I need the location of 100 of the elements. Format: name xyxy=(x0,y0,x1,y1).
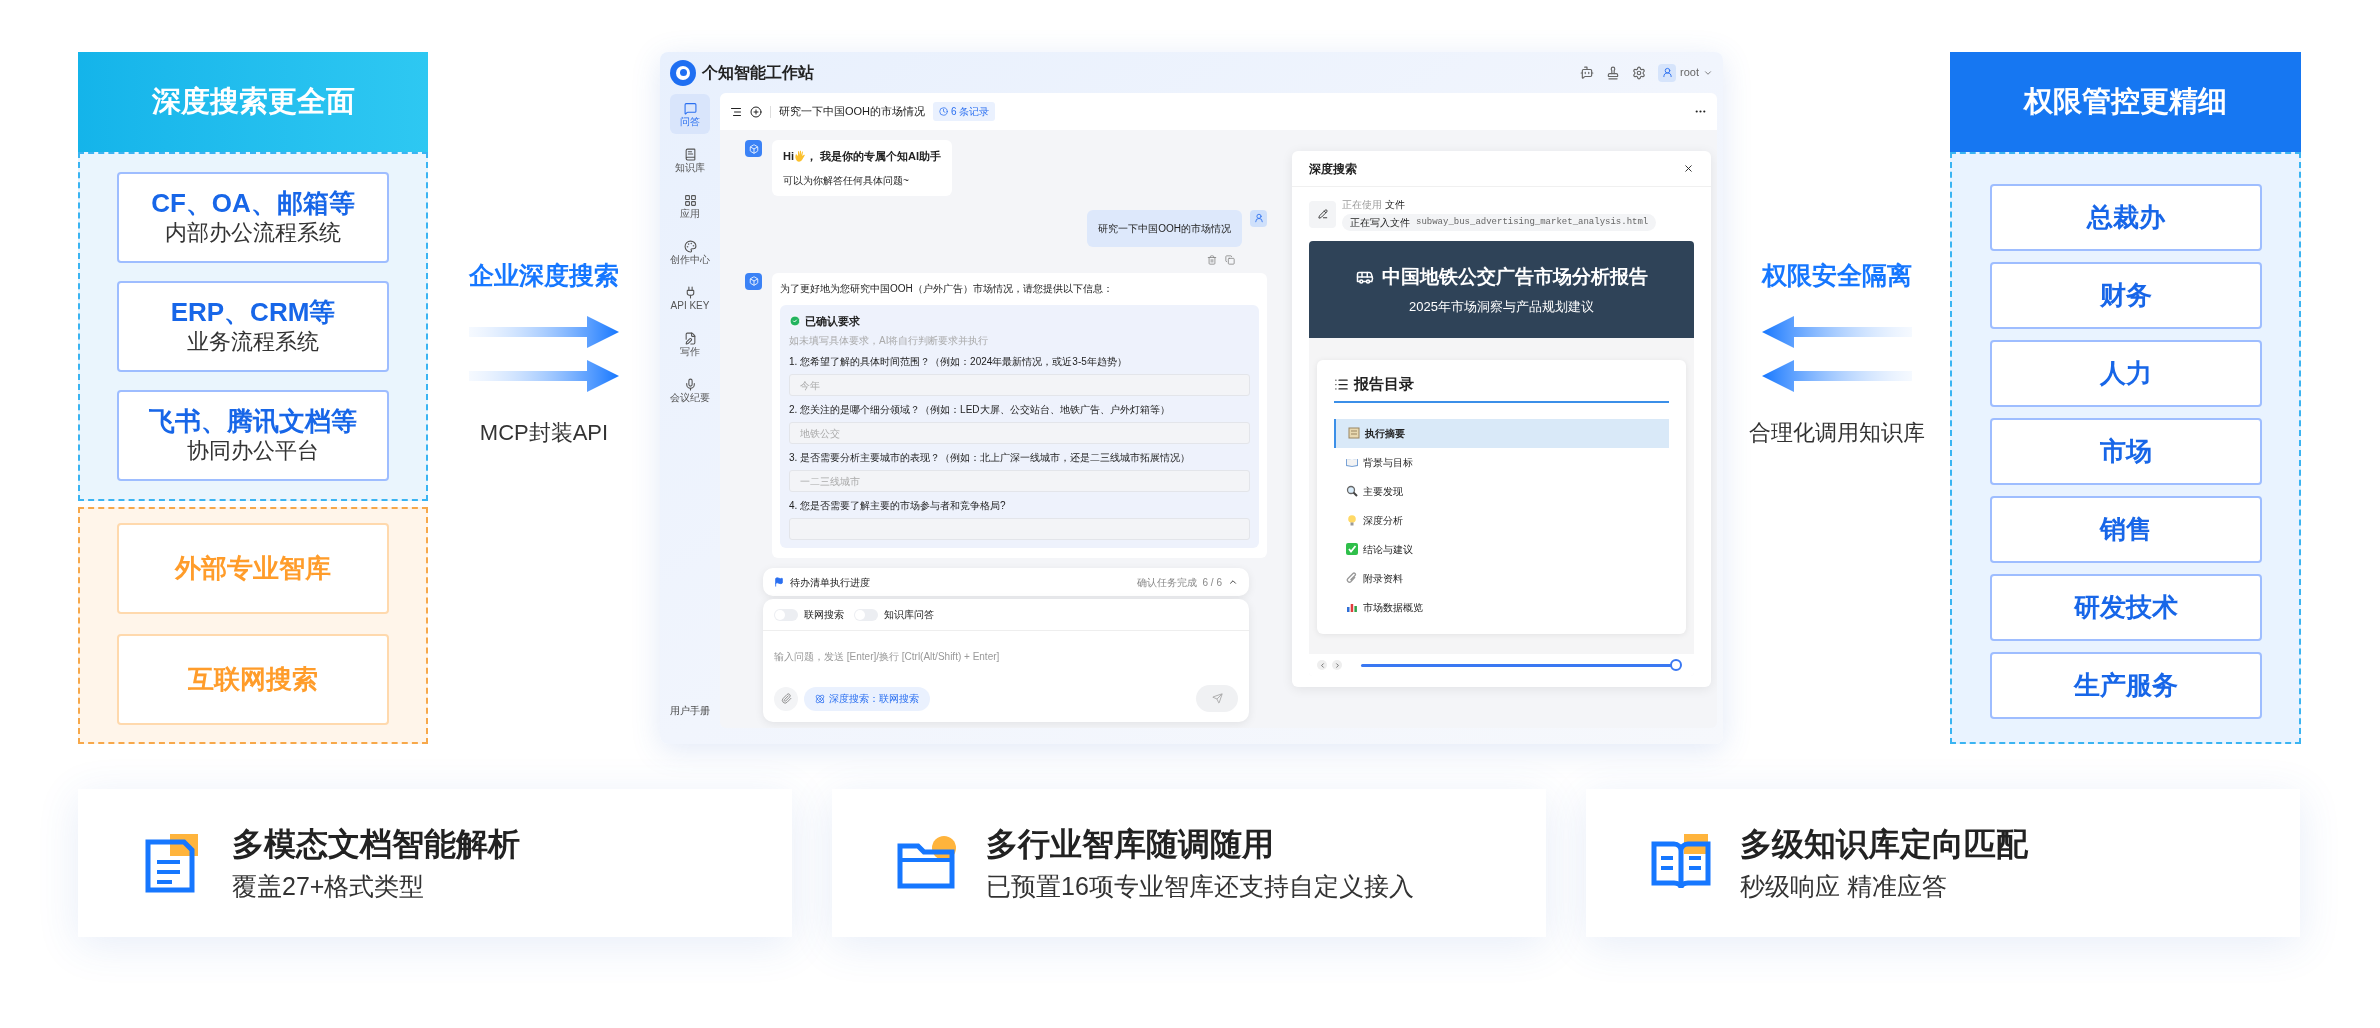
microphone-icon xyxy=(683,377,697,391)
link-caption: 合理化调用知识库 xyxy=(1748,419,1925,448)
records-badge[interactable]: 6 条记录 xyxy=(933,102,996,121)
user-message: 研究一下中国OOH的市场情况 xyxy=(1087,209,1242,247)
copy-icon[interactable] xyxy=(1225,254,1235,265)
greeting-subtitle: 可以为你解答任何具体问题~ xyxy=(783,173,910,188)
grid-icon xyxy=(683,193,697,207)
atom-icon xyxy=(815,693,825,704)
nav-item[interactable]: 问答 xyxy=(670,94,710,134)
source-subtitle: 业务流程系统 xyxy=(187,327,319,356)
nav-item[interactable]: 创作中心 xyxy=(670,232,710,272)
feature-title: 多行业智库随调随用 xyxy=(986,824,1275,864)
question-text: 2. 您关注的是哪个细分领域？（例如：LED大屏、公交站台、地铁广告、户外灯箱等） xyxy=(789,403,1171,417)
toc-item[interactable]: 市场数据概览 xyxy=(1334,592,1669,622)
panel-header: 权限管控更精细 xyxy=(1950,52,2301,152)
greeting-title: ， 我是你的专属个知AI助手 xyxy=(806,149,942,164)
toc-title: 报告目录 xyxy=(1354,374,1414,394)
magnifier-icon xyxy=(1346,485,1358,497)
card-title: 已确认要求 xyxy=(805,313,860,329)
department-card: 销售 xyxy=(1989,496,2262,563)
source-title: CF、OA、邮箱等 xyxy=(151,187,355,219)
file-action: 正在写入文件 xyxy=(1350,216,1410,230)
reply-intro: 为了更好地为您研究中国OOH（户外广告）市场情况，请您提供以下信息： xyxy=(780,281,1114,296)
department-card: 总裁办 xyxy=(1989,184,2262,251)
report-title: 中国地铁公交广告市场分析报告 xyxy=(1381,264,1648,289)
pencil-icon xyxy=(1317,209,1328,219)
book-icon xyxy=(1346,456,1358,468)
toc-item[interactable]: 结论与建议 xyxy=(1334,534,1669,564)
chevron-right-icon xyxy=(1333,661,1341,669)
nav-item[interactable]: API KEY xyxy=(670,278,710,318)
palette-icon xyxy=(683,239,697,253)
delete-icon[interactable] xyxy=(1207,254,1217,265)
chat-icon xyxy=(683,101,697,115)
next-button[interactable] xyxy=(1332,660,1342,670)
panel-header: 深度搜索更全面 xyxy=(78,52,428,152)
avatar[interactable] xyxy=(1658,63,1677,82)
tool-name: 文件 xyxy=(1385,198,1405,212)
toc-item[interactable]: 深度分析 xyxy=(1334,505,1669,535)
feature-subtitle: 秒级响应 精准应答 xyxy=(1740,871,1948,902)
toc-item[interactable]: 执行摘要 xyxy=(1334,418,1669,448)
link-title: 权限安全隔离 xyxy=(1761,259,1912,291)
question-input[interactable]: 输入问题，发送 [Enter]/换行 [Ctrl(Alt/Shift) + Enter] xyxy=(774,649,1238,664)
toc-item[interactable]: 主要发现 xyxy=(1334,476,1669,506)
source-title: 飞书、腾讯文档等 xyxy=(149,405,357,437)
nav-item[interactable]: 会议纪要 xyxy=(670,370,710,410)
nav-item[interactable]: 应用 xyxy=(670,186,710,226)
deep-search-chip[interactable]: 深度搜索：联网搜索 xyxy=(804,686,930,711)
arrow-left-icon xyxy=(1761,360,1912,393)
file-name: subway_bus_advertising_market_analysis.html xyxy=(1416,215,1649,229)
source-subtitle: 协同办公平台 xyxy=(187,436,319,465)
menu-icon[interactable] xyxy=(730,105,742,118)
settings-icon[interactable] xyxy=(1632,65,1647,80)
greeting-hi: Hi xyxy=(783,149,794,164)
toc-item[interactable]: 背景与目标 xyxy=(1334,447,1669,477)
source-title: ERP、CRM等 xyxy=(170,296,336,328)
question-text: 4. 您是否需要了解主要的市场参与者和竞争格局? xyxy=(789,499,1007,513)
new-chat-icon[interactable] xyxy=(750,105,762,118)
person-icon xyxy=(1661,67,1673,78)
toc-item[interactable]: 附录资料 xyxy=(1334,563,1669,593)
panel-title: 深度搜索 xyxy=(1309,160,1357,178)
conversation-title: 研究一下中国OOH的市场情况 xyxy=(779,104,926,120)
department-card: 财务 xyxy=(1989,262,2262,329)
app-title: 个知智能工作站 xyxy=(702,62,814,83)
username[interactable]: root xyxy=(1680,64,1699,81)
previous-button[interactable] xyxy=(1317,660,1327,670)
notepad-icon xyxy=(1348,427,1360,439)
edit-document-icon xyxy=(683,331,697,345)
feature-title: 多模态文档智能解析 xyxy=(232,824,520,864)
arrow-left-icon xyxy=(1761,316,1912,349)
department-card: 人力 xyxy=(1989,340,2262,407)
source-subtitle: 内部办公流程系统 xyxy=(165,218,341,247)
source-card: 互联网搜索 xyxy=(117,634,389,725)
todo-count: 6 / 6 xyxy=(1202,575,1222,590)
card-hint: 如未填写具体要求，AI将自行判断要求并执行 xyxy=(789,334,990,348)
book-icon xyxy=(683,147,697,161)
todo-title: 待办清单执行进度 xyxy=(790,575,870,590)
feature-subtitle: 覆盖27+格式类型 xyxy=(232,871,426,902)
arrow-right-icon xyxy=(469,316,619,349)
close-icon[interactable] xyxy=(1683,163,1694,174)
paperclip-icon xyxy=(1346,572,1358,584)
ai-chat-icon[interactable] xyxy=(1580,65,1595,80)
flag-icon xyxy=(774,577,784,587)
user-manual-link[interactable]: 用户手册 xyxy=(670,703,710,718)
attach-button[interactable] xyxy=(774,686,798,711)
todo-progress-bar[interactable]: 待办清单执行进度 确认任务完成 6 / 6 xyxy=(763,568,1249,596)
arrow-right-icon xyxy=(469,360,619,393)
list-icon xyxy=(1334,376,1349,392)
link-caption: MCP封装API xyxy=(479,419,609,448)
stamp-icon[interactable] xyxy=(1606,65,1621,80)
paperclip-icon xyxy=(780,693,792,704)
question-text: 3. 是否需要分析主要城市的表现？（例如：北上广深一线城市，还是二三线城市拓展情况） xyxy=(789,451,1192,465)
source-card: 外部专业智库 xyxy=(117,523,389,614)
nav-item[interactable]: 知识库 xyxy=(670,140,710,180)
toggle-label: 知识库问答 xyxy=(884,608,934,622)
person-icon xyxy=(1253,213,1264,223)
nav-item[interactable]: 写作 xyxy=(670,324,710,364)
todo-status: 确认任务完成 xyxy=(1136,575,1197,590)
chevron-up-icon[interactable] xyxy=(1228,577,1238,587)
feature-title: 多级知识库定向匹配 xyxy=(1740,824,2028,864)
chevron-left-icon xyxy=(1318,661,1326,669)
